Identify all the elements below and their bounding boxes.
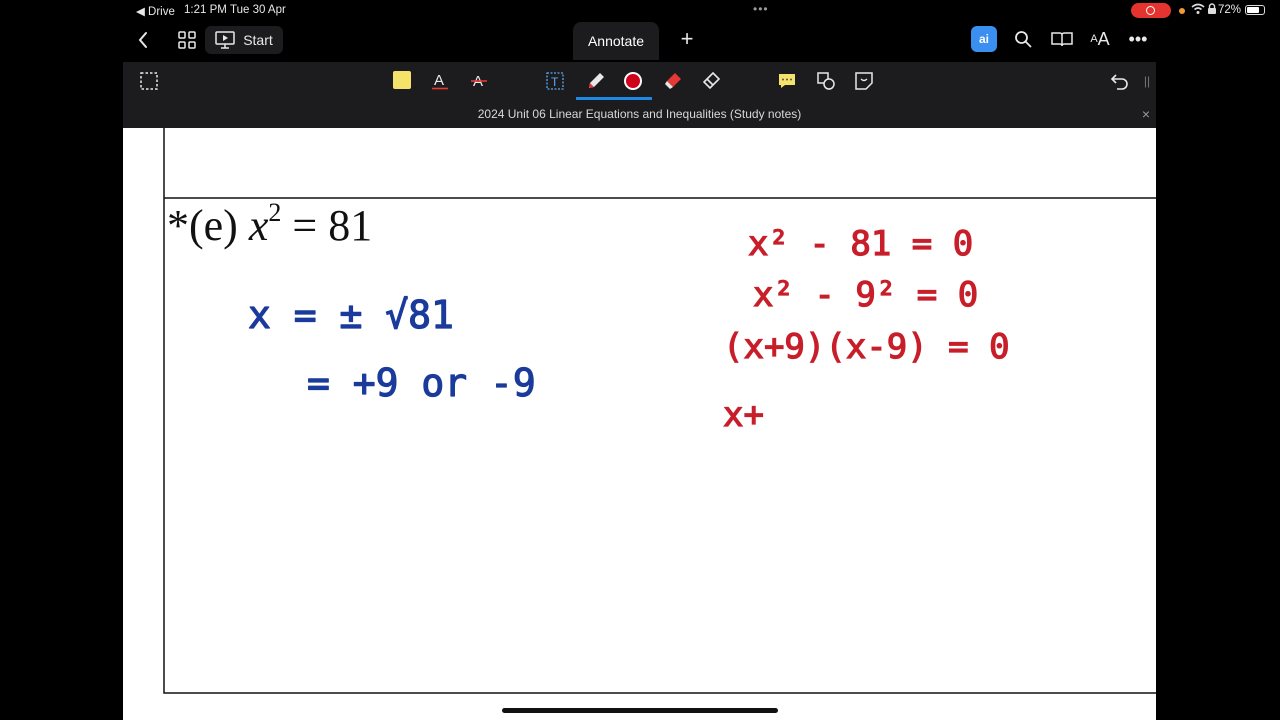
- more-options-icon[interactable]: •••: [1127, 28, 1149, 50]
- back-chevron-icon[interactable]: [133, 30, 153, 50]
- close-tab-icon[interactable]: ×: [1142, 100, 1150, 128]
- mic-indicator-icon: [1179, 8, 1185, 14]
- highlighter-icon[interactable]: [662, 70, 684, 92]
- undo-icon[interactable]: [1108, 70, 1130, 92]
- presentation-icon: [215, 31, 235, 49]
- status-bar: ◀ Drive 1:21 PM Tue 30 Apr ••• 72%: [123, 0, 1265, 22]
- underline-text-icon[interactable]: A: [430, 70, 450, 92]
- comment-icon[interactable]: [776, 70, 798, 92]
- pen-color-red-icon[interactable]: [622, 70, 644, 92]
- reading-mode-icon[interactable]: [1051, 28, 1073, 50]
- red-line-1: x² - 81 = 0: [748, 224, 973, 264]
- status-date: Tue 30 Apr: [230, 4, 286, 16]
- top-toolbar: Start Annotate + ai AA •••: [123, 22, 1156, 62]
- add-tab-icon[interactable]: +: [677, 26, 697, 51]
- sticky-note-icon[interactable]: [853, 70, 875, 92]
- svg-text:A: A: [434, 72, 444, 89]
- red-handwriting: x² - 81 = 0 x² - 9² = 0 (x+9)(x-9) = 0 x…: [722, 223, 1010, 435]
- highlight-icon[interactable]: [393, 71, 411, 89]
- battery-icon: [1245, 5, 1265, 15]
- status-time: 1:21 PM: [184, 4, 227, 16]
- red-line-2: x² - 9² = 0: [753, 275, 978, 315]
- multitasking-dots-icon[interactable]: •••: [753, 2, 769, 16]
- document-page[interactable]: *(e) x2 = 81 x = ± √81 = +9 or -9 x² - 8…: [123, 128, 1156, 720]
- eraser-icon[interactable]: [700, 70, 722, 92]
- battery-percent: 72%: [1218, 4, 1242, 16]
- thumbnails-grid-icon[interactable]: [177, 30, 197, 50]
- start-presentation-button[interactable]: Start: [205, 26, 283, 54]
- pen-icon[interactable]: [585, 70, 607, 92]
- document-title-bar: 2024 Unit 06 Linear Equations and Inequa…: [123, 100, 1156, 128]
- toolbar-drag-handle-icon[interactable]: ||: [1142, 72, 1152, 90]
- back-to-app-link[interactable]: ◀ Drive: [136, 4, 175, 18]
- red-line-4: x+: [723, 395, 764, 435]
- annotation-tools-bar: A A T ||: [123, 62, 1156, 100]
- document-title: 2024 Unit 06 Linear Equations and Inequa…: [477, 107, 802, 121]
- text-box-icon[interactable]: T: [544, 70, 566, 92]
- ai-assistant-button[interactable]: ai: [971, 26, 997, 52]
- start-label: Start: [243, 32, 273, 48]
- wifi-icon: [1191, 3, 1205, 18]
- strikethrough-text-icon[interactable]: A: [469, 70, 489, 92]
- shapes-icon[interactable]: [815, 70, 837, 92]
- screen-recording-icon[interactable]: [1131, 3, 1171, 18]
- lasso-select-icon[interactable]: [139, 71, 159, 91]
- orientation-lock-icon: [1207, 3, 1217, 18]
- search-icon[interactable]: [1013, 28, 1033, 50]
- home-indicator[interactable]: [502, 708, 778, 713]
- tab-annotate[interactable]: Annotate: [573, 22, 659, 60]
- text-size-icon[interactable]: AA: [1089, 28, 1111, 50]
- svg-text:T: T: [551, 75, 559, 89]
- red-line-3: (x+9)(x-9) = 0: [723, 327, 1010, 367]
